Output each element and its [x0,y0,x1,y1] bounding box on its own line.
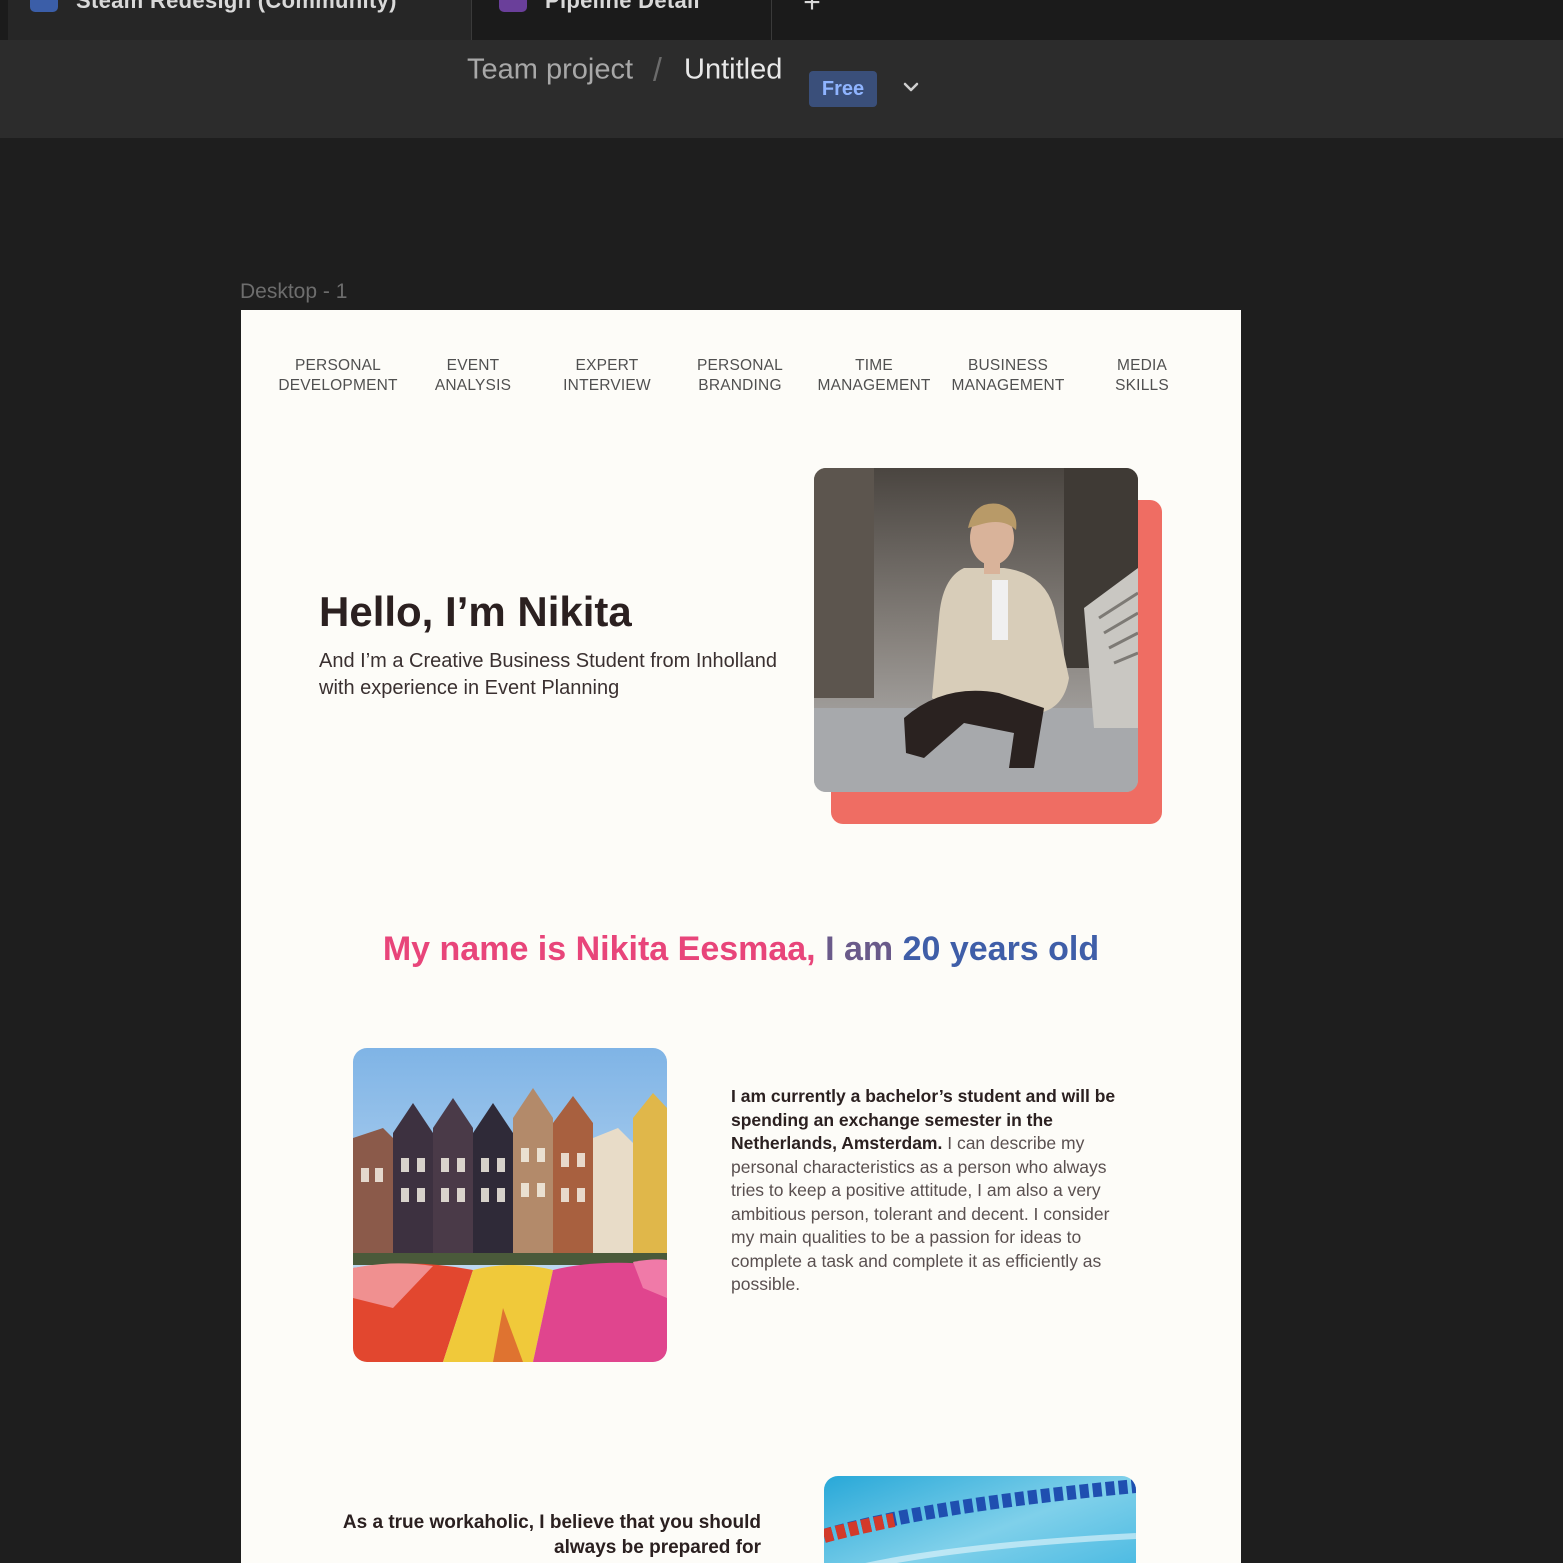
plan-badge[interactable]: Free [809,71,877,107]
nav-time-management[interactable]: Time Management [804,356,944,396]
tab-label: Steam Redesign (Community) [76,0,397,13]
frame-label[interactable]: Desktop - 1 [240,280,347,304]
intro-age: 20 years old [902,930,1100,968]
design-file-icon [30,0,58,12]
about-paragraph: I am currently a bachelor’s student and … [731,1085,1136,1297]
tab-pipeline-detail[interactable]: Pipeline Detail [473,0,772,40]
tab-steam-redesign[interactable]: Steam Redesign (Community) [8,0,472,40]
tab-label: Pipeline Detail [545,0,700,13]
new-tab-button[interactable]: + [798,0,826,20]
nav-expert-interview[interactable]: Expert Interview [537,356,677,396]
intro-name: My name is Nikita Eesmaa, [382,930,816,968]
nav-media-skills[interactable]: Media Skills [1072,356,1212,396]
amsterdam-photo [353,1048,667,1362]
breadcrumb-separator: / [653,51,662,88]
nav-event-analysis[interactable]: Event Analysis [403,356,543,396]
intro-connector: I am [815,930,903,968]
pool-photo [824,1476,1136,1563]
nav-personal-development[interactable]: Personal Development [268,356,408,396]
intro-heading: My name is Nikita Eesmaa, I am 20 years … [241,930,1241,969]
nav-personal-branding[interactable]: Personal Branding [670,356,810,396]
desktop-frame[interactable]: Personal Development Event Analysis Expe… [241,310,1241,1563]
about-body: I can describe my personal characteristi… [731,1133,1110,1294]
nav-business-management[interactable]: Business Management [938,356,1078,396]
hero-subtitle: And I’m a Creative Business Student from… [319,650,778,699]
portrait-photo [814,468,1138,792]
breadcrumb-team-project[interactable]: Team project [467,54,633,87]
tab-bar: Steam Redesign (Community) Pipeline Deta… [0,0,1563,40]
design-file-icon [499,0,527,12]
breadcrumb-file-name[interactable]: Untitled [684,54,782,87]
hero-title: Hello, I’m Nikita [319,588,632,635]
chevron-down-icon[interactable] [900,76,922,98]
workaholic-paragraph: As a true workaholic, I believe that you… [342,1512,761,1558]
